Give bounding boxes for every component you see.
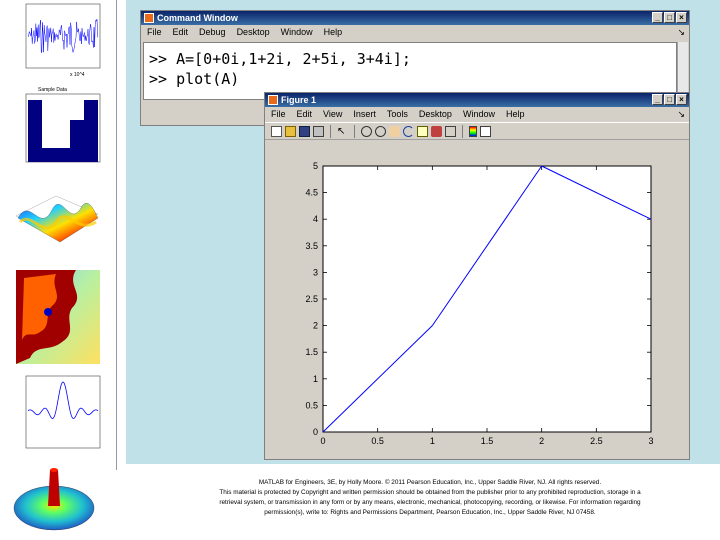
surface-peaks-thumbnail <box>6 176 102 262</box>
caption-line: retrieval system, or transmission in any… <box>219 499 641 506</box>
figure-window[interactable]: Figure 1 _ □ × File Edit View Insert Too… <box>264 92 690 460</box>
brush-icon[interactable] <box>431 125 442 137</box>
y-tick-label: 2.5 <box>305 294 318 304</box>
zoom-in-icon[interactable] <box>361 125 372 137</box>
menu-desktop[interactable]: Desktop <box>419 107 452 122</box>
copyright-caption: MATLAB for Engineers, 3E, by Holly Moore… <box>150 478 710 518</box>
dock-arrow-icon[interactable]: ↘ <box>677 107 685 122</box>
x-tick-label: 0 <box>320 436 325 446</box>
pan-hand-icon[interactable] <box>389 125 400 137</box>
zoom-out-icon[interactable] <box>375 125 386 137</box>
caption-line: This material is protected by Copyright … <box>219 489 641 496</box>
menu-help[interactable]: Help <box>506 107 525 122</box>
y-tick-label: 4.5 <box>305 188 318 198</box>
menu-edit[interactable]: Edit <box>173 25 189 40</box>
thumb-label: x 10^4 <box>70 72 85 78</box>
x-tick-label: 0.5 <box>371 436 384 446</box>
close-button[interactable]: × <box>676 12 687 23</box>
print-icon[interactable] <box>313 125 324 137</box>
sombrero-surface-thumbnail <box>6 462 102 538</box>
y-tick-label: 3.5 <box>305 241 318 251</box>
close-button[interactable]: × <box>676 94 687 105</box>
dock-arrow-icon[interactable]: ↘ <box>677 25 685 40</box>
waveform-thumbnail: x 10^4 <box>6 2 102 78</box>
maximize-button[interactable]: □ <box>664 12 675 23</box>
menu-file[interactable]: File <box>271 107 286 122</box>
command-line: >> plot(A) <box>149 70 240 88</box>
menu-desktop[interactable]: Desktop <box>237 25 270 40</box>
figure-icon <box>268 95 278 105</box>
data-cursor-icon[interactable] <box>417 125 428 137</box>
menu-view[interactable]: View <box>323 107 342 122</box>
open-file-icon[interactable] <box>285 125 296 137</box>
toolbar-separator <box>354 124 355 138</box>
save-icon[interactable] <box>299 125 310 137</box>
menu-edit[interactable]: Edit <box>297 107 313 122</box>
figure-window-title: Figure 1 <box>281 95 317 105</box>
matlab-icon <box>144 13 154 23</box>
thumb-label: Sample Data <box>38 87 67 93</box>
x-tick-label: 3 <box>648 436 653 446</box>
y-tick-label: 4 <box>313 214 318 224</box>
histogram-thumbnail: Sample Data <box>6 86 102 172</box>
colorbar-icon[interactable] <box>469 125 477 137</box>
command-window-menubar: File Edit Debug Desktop Window Help ↘ <box>141 25 689 40</box>
command-window-title: Command Window <box>157 13 238 23</box>
caption-line: permission(s), write to: Rights and Perm… <box>264 509 596 516</box>
x-tick-label: 2.5 <box>590 436 603 446</box>
menu-debug[interactable]: Debug <box>199 25 226 40</box>
y-tick-label: 0.5 <box>305 400 318 410</box>
figure-canvas: 0 0.5 1 1.5 2 2.5 3 0 0.5 1 1.5 2 2.5 3 3.5 4 4.5 5 <box>267 142 687 457</box>
caption-line: MATLAB for Engineers, 3E, by Holly Moore… <box>258 479 602 486</box>
axes-box[interactable] <box>322 165 652 433</box>
y-tick-label: 3 <box>313 267 318 277</box>
command-window-titlebar[interactable]: Command Window _ □ × <box>141 11 689 25</box>
x-tick-label: 1.5 <box>481 436 494 446</box>
figure-toolbar: ↖ <box>265 122 689 140</box>
minimize-button[interactable]: _ <box>652 94 663 105</box>
divider <box>116 0 117 470</box>
figure-window-titlebar[interactable]: Figure 1 _ □ × <box>265 93 689 107</box>
sinc-curve-thumbnail <box>6 374 102 456</box>
new-figure-icon[interactable] <box>271 125 282 137</box>
y-tick-label: 0 <box>313 427 318 437</box>
line-plot[interactable]: 0 0.5 1 1.5 2 2.5 3 0 0.5 1 1.5 2 2.5 3 3.5 4 4.5 5 <box>267 142 689 459</box>
toolbar-separator <box>330 124 331 138</box>
y-tick-label: 1 <box>313 374 318 384</box>
menu-window[interactable]: Window <box>281 25 313 40</box>
menu-window[interactable]: Window <box>463 107 495 122</box>
y-tick-label: 1.5 <box>305 347 318 357</box>
maximize-button[interactable]: □ <box>664 94 675 105</box>
y-tick-label: 2 <box>313 321 318 331</box>
menu-insert[interactable]: Insert <box>353 107 376 122</box>
figure-window-menubar: File Edit View Insert Tools Desktop Wind… <box>265 107 689 122</box>
x-tick-label: 1 <box>430 436 435 446</box>
toolbar-separator <box>462 124 463 138</box>
legend-icon[interactable] <box>480 125 491 137</box>
fractal-image-thumbnail <box>6 268 102 368</box>
menu-tools[interactable]: Tools <box>387 107 408 122</box>
menu-file[interactable]: File <box>147 25 162 40</box>
minimize-button[interactable]: _ <box>652 12 663 23</box>
link-icon[interactable] <box>445 125 456 137</box>
menu-help[interactable]: Help <box>324 25 343 40</box>
slide: x 10^4 Sample Data Command Window _ □ × … <box>0 0 720 540</box>
x-tick-label: 2 <box>539 436 544 446</box>
rotate-3d-icon[interactable] <box>403 125 414 137</box>
y-tick-label: 5 <box>313 161 318 171</box>
command-line: >> A=[0+0i,1+2i, 2+5i, 3+4i]; <box>149 50 411 68</box>
edit-plot-arrow-icon[interactable]: ↖ <box>337 126 348 137</box>
